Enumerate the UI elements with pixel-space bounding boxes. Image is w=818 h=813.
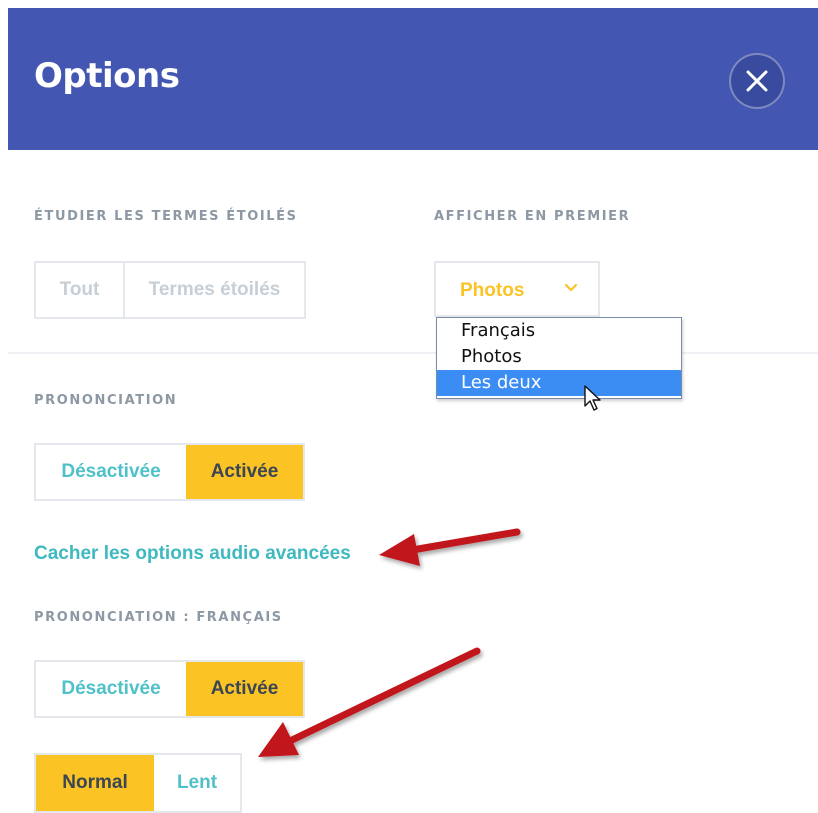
pronunciation-option-on[interactable]: Activée — [186, 445, 303, 499]
display-first-value: Photos — [460, 280, 525, 301]
pronunciation-label: PRONONCIATION — [34, 393, 178, 408]
section-divider — [8, 352, 818, 354]
pronunciation-french-label: PRONONCIATION : FRANÇAIS — [34, 610, 283, 625]
pronunciation-french-toggle: Désactivée Activée — [34, 660, 305, 718]
pronunciation-toggle: Désactivée Activée — [34, 443, 305, 501]
dropdown-option-both[interactable]: Les deux — [437, 370, 681, 396]
dropdown-option-photos[interactable]: Photos — [437, 344, 681, 370]
starred-terms-label: ÉTUDIER LES TERMES ÉTOILÉS — [34, 209, 298, 224]
display-first-label: AFFICHER EN PREMIER — [434, 209, 631, 224]
hide-audio-options-link[interactable]: Cacher les options audio avancées — [34, 543, 351, 565]
pronunciation-option-off[interactable]: Désactivée — [36, 445, 186, 499]
display-first-select[interactable]: Photos — [434, 261, 600, 317]
starred-option-starred[interactable]: Termes étoilés — [123, 263, 304, 317]
pronunciation-french-option-on[interactable]: Activée — [186, 662, 303, 716]
close-button[interactable] — [729, 53, 785, 109]
chevron-down-icon — [564, 283, 578, 292]
speed-option-slow[interactable]: Lent — [154, 755, 240, 811]
starred-terms-toggle: Tout Termes étoilés — [34, 261, 306, 319]
starred-option-all[interactable]: Tout — [36, 263, 123, 317]
close-icon — [746, 70, 768, 92]
dropdown-option-french[interactable]: Français — [437, 318, 681, 344]
speed-option-normal[interactable]: Normal — [36, 755, 154, 811]
speed-toggle: Normal Lent — [34, 753, 242, 813]
pronunciation-french-option-off[interactable]: Désactivée — [36, 662, 186, 716]
page-title: Options — [34, 56, 180, 96]
display-first-dropdown: Français Photos Les deux — [436, 317, 682, 399]
options-header: Options — [8, 8, 818, 150]
annotation-arrow-icon — [379, 528, 521, 566]
